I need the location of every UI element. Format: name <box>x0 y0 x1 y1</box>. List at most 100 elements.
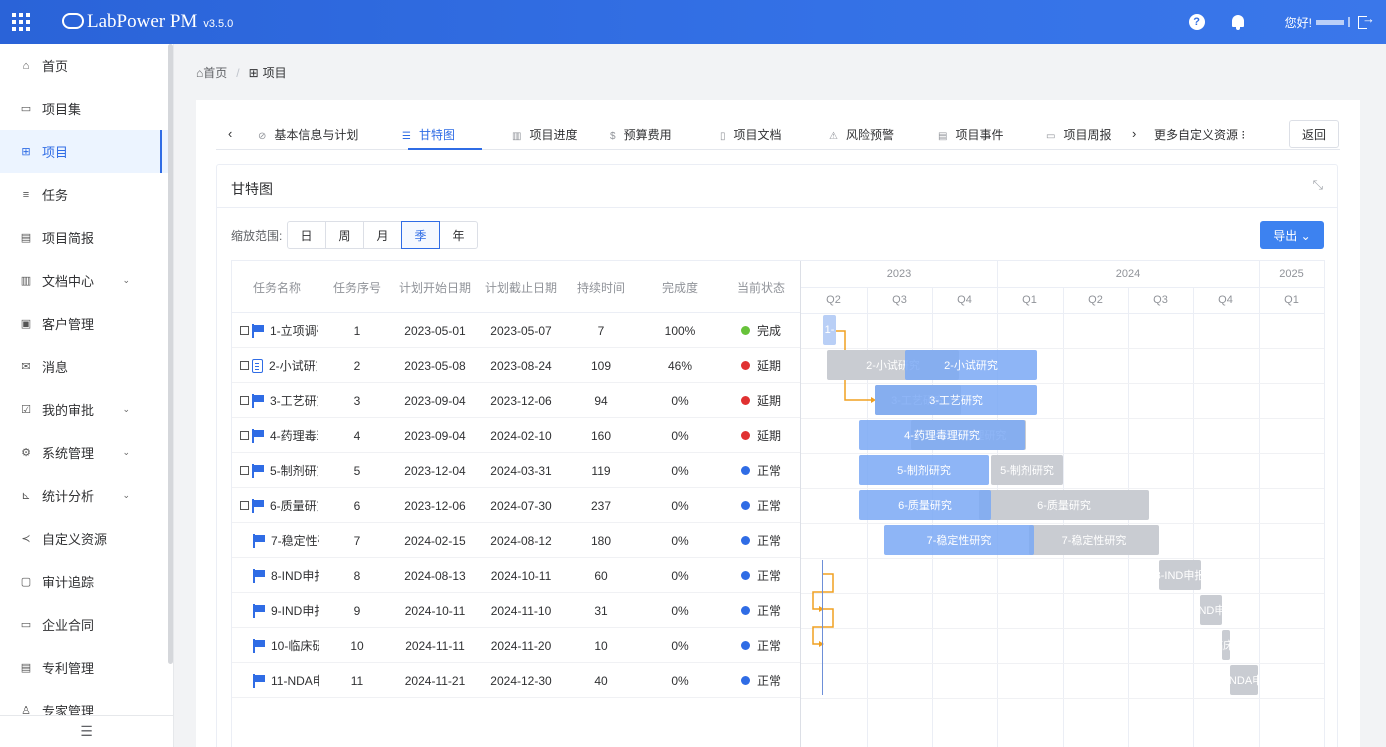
planned-bar[interactable]: 11-NDA申报 <box>1230 665 1258 695</box>
logout-icon[interactable] <box>1358 11 1375 29</box>
planned-bar[interactable]: 7-稳定性研究 <box>1029 525 1159 555</box>
sidebar-item-1[interactable]: ▭ 项目集 <box>0 87 168 130</box>
tab-7[interactable]: ▭ 项目周报 <box>1046 126 1111 143</box>
app-logo[interactable]: LabPower PM v3.5.0 <box>62 11 233 33</box>
column-header-5[interactable]: 完成度 <box>638 261 722 313</box>
task-row[interactable]: 1-立项调研 1 2023-05-01 2023-05-07 7 100% 完成 <box>232 313 800 348</box>
gantt-timeline[interactable]: 2023 2024 2025 Q2 Q3 Q4 Q1 Q2 Q3 Q4 Q1 1- 2-小试研究 2-小试… <box>801 261 1324 747</box>
sidebar-item-13[interactable]: ▭ 企业合同 <box>0 603 168 646</box>
flag-icon <box>253 673 265 688</box>
sidebar-item-5[interactable]: ▥ 文档中心 ⌄ <box>0 259 168 302</box>
task-name-cell[interactable]: 3-工艺研究 <box>240 383 324 418</box>
task-row[interactable]: 5-制剂研究 5 2023-12-04 2024-03-31 119 0% 正常 <box>232 453 800 488</box>
task-name-cell[interactable]: 11-NDA申报 <box>240 663 324 698</box>
sidebar-item-10[interactable]: ⊾ 统计分析 ⌄ <box>0 474 168 517</box>
task-row[interactable]: 10-临床研究 10 2024-11-11 2024-11-20 10 0% 正常 <box>232 628 800 663</box>
column-header-4[interactable]: 持续时间 <box>564 261 638 313</box>
planned-bar[interactable]: 9-IND申报 <box>1200 595 1222 625</box>
actual-bar[interactable]: 3-工艺研究 <box>875 385 1037 415</box>
expand-icon[interactable] <box>240 501 249 510</box>
planned-bar[interactable]: 10-临床研究 <box>1222 630 1230 660</box>
tab-5[interactable]: ⚠ 风险预警 <box>829 126 894 143</box>
task-row[interactable]: 11-NDA申报 11 2024-11-21 2024-12-30 40 0% 正常 <box>232 663 800 698</box>
status-dot-icon <box>740 536 750 545</box>
task-status: 正常 <box>722 453 800 488</box>
column-header-0[interactable]: 任务名称 <box>232 261 322 313</box>
back-button[interactable]: 返回 <box>1289 120 1339 148</box>
zoom-option-3[interactable]: 季 <box>401 221 440 249</box>
apps-grid-icon[interactable] <box>12 13 30 31</box>
sidebar-item-11[interactable]: ≺ 自定义资源 <box>0 517 168 560</box>
task-name-cell[interactable]: 6-质量研究 <box>240 488 324 523</box>
task-row[interactable]: 8-IND申报 8 2024-08-13 2024-10-11 60 0% 正常 <box>232 558 800 593</box>
planned-bar[interactable]: 8-IND申报 <box>1159 560 1201 590</box>
sidebar-item-3[interactable]: ≡ 任务 <box>0 173 168 216</box>
tab-0[interactable]: ⊘ 基本信息与计划 <box>258 126 358 143</box>
expand-icon[interactable] <box>240 326 249 335</box>
sidebar-item-0[interactable]: ⌂ 首页 <box>0 44 168 87</box>
column-header-3[interactable]: 计划截止日期 <box>478 261 564 313</box>
flag-icon <box>253 603 265 618</box>
task-row[interactable]: 2-小试研究 2 2023-05-08 2023-08-24 109 46% 延期 <box>232 348 800 383</box>
zoom-option-4[interactable]: 年 <box>439 221 478 249</box>
sidebar-collapse-button[interactable]: ☰ <box>0 715 173 747</box>
zoom-option-2[interactable]: 月 <box>363 221 402 249</box>
task-name-cell[interactable]: 1-立项调研 <box>240 313 324 348</box>
column-header-2[interactable]: 计划开始日期 <box>392 261 478 313</box>
tab-3[interactable]: $ 预算费用 <box>610 126 672 143</box>
actual-bar[interactable]: 6-质量研究 <box>859 490 991 520</box>
task-name-cell[interactable]: 7-稳定性研究 <box>240 523 324 558</box>
task-row[interactable]: 6-质量研究 6 2023-12-06 2024-07-30 237 0% 正常 <box>232 488 800 523</box>
expand-icon[interactable] <box>240 466 249 475</box>
tab-more-resources[interactable]: 更多自定义资源 ⁝ <box>1154 126 1245 143</box>
sidebar-item-14[interactable]: ▤ 专利管理 <box>0 646 168 689</box>
column-header-1[interactable]: 任务序号 <box>322 261 392 313</box>
tab-4[interactable]: ▯ 项目文档 <box>720 126 782 143</box>
expand-icon[interactable] <box>240 361 249 370</box>
column-header-6[interactable]: 当前状态 <box>722 261 800 313</box>
expand-icon[interactable] <box>240 431 249 440</box>
sidebar-item-2[interactable]: ⊞ 项目 <box>0 130 168 173</box>
actual-bar[interactable]: 2-小试研究 <box>905 350 1037 380</box>
zoom-option-0[interactable]: 日 <box>287 221 326 249</box>
task-name-cell[interactable]: 4-药理毒理研究 <box>240 418 324 453</box>
actual-bar[interactable]: 4-药理毒理研究 <box>859 420 1025 450</box>
tab-1[interactable]: ☰ 甘特图 <box>402 126 455 143</box>
zoom-option-1[interactable]: 周 <box>325 221 364 249</box>
sidebar-item-8[interactable]: ☑ 我的审批 ⌄ <box>0 388 168 431</box>
sidebar-scrollbar[interactable] <box>168 44 173 664</box>
task-name-cell[interactable]: 8-IND申报 <box>240 558 324 593</box>
task-row[interactable]: 4-药理毒理研究 4 2023-09-04 2024-02-10 160 0% 延期 <box>232 418 800 453</box>
sidebar-item-7[interactable]: ✉ 消息 <box>0 345 168 388</box>
user-greeting[interactable]: 您好! <box>1285 14 1312 31</box>
help-icon[interactable]: ? <box>1188 14 1205 30</box>
actual-bar[interactable]: 1- <box>823 315 836 345</box>
actual-bar[interactable]: 5-制剂研究 <box>859 455 989 485</box>
task-name-cell[interactable]: 10-临床研究 <box>240 628 324 663</box>
collapse-icon[interactable]: ⤡ <box>1313 177 1323 193</box>
sidebar-item-4[interactable]: ▤ 项目简报 <box>0 216 168 259</box>
task-row[interactable]: 3-工艺研究 3 2023-09-04 2023-12-06 94 0% 延期 <box>232 383 800 418</box>
task-name-cell[interactable]: 5-制剂研究 <box>240 453 324 488</box>
planned-bar[interactable]: 6-质量研究 <box>979 490 1149 520</box>
sidebar-item-9[interactable]: ⚙ 系统管理 ⌄ <box>0 431 168 474</box>
tabs-prev-icon[interactable]: ‹ <box>228 126 232 141</box>
actual-bar[interactable]: 7-稳定性研究 <box>884 525 1034 555</box>
tab-2[interactable]: ▥ 项目进度 <box>512 126 577 143</box>
breadcrumb-home[interactable]: 首页 <box>203 64 227 81</box>
planned-bar[interactable]: 5-制剂研究 <box>991 455 1063 485</box>
task-name-cell[interactable]: 9-IND申报 <box>240 593 324 628</box>
tab-6[interactable]: ▤ 项目事件 <box>938 126 1003 143</box>
task-name-cell[interactable]: 2-小试研究 <box>240 348 324 383</box>
task-duration: 94 <box>594 393 608 408</box>
home-icon: ⌂ <box>196 65 204 80</box>
sidebar-item-6[interactable]: ▣ 客户管理 <box>0 302 168 345</box>
tab-label: 项目文档 <box>733 128 782 142</box>
task-row[interactable]: 9-IND申报 9 2024-10-11 2024-11-10 31 0% 正常 <box>232 593 800 628</box>
sidebar-item-12[interactable]: ▢ 审计追踪 <box>0 560 168 603</box>
bell-icon[interactable] <box>1231 14 1245 30</box>
expand-icon[interactable] <box>240 396 249 405</box>
task-row[interactable]: 7-稳定性研究 7 2024-02-15 2024-08-12 180 0% 正常 <box>232 523 800 558</box>
tabs-next-icon[interactable]: › <box>1132 126 1136 141</box>
export-button[interactable]: 导出 ⌄ <box>1260 221 1324 249</box>
